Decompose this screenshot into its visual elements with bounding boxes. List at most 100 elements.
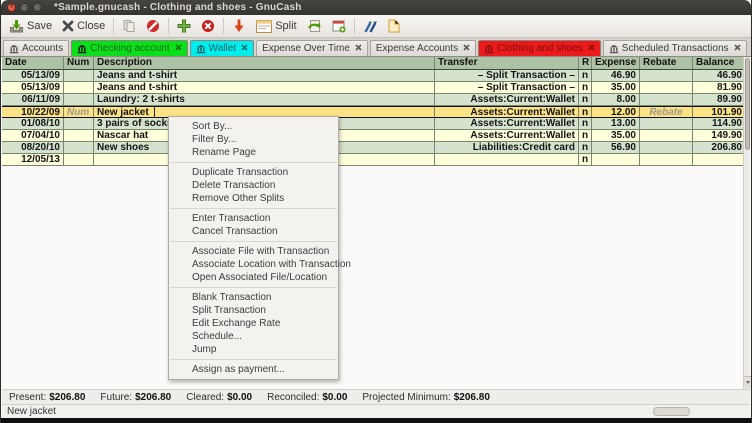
transfer-cell[interactable]: Liabilities:Credit card [435, 142, 579, 153]
rebate-cell[interactable] [640, 130, 693, 141]
tab-wallet[interactable]: Wallet [190, 40, 254, 56]
enter-button[interactable] [227, 18, 251, 34]
expense-cell[interactable] [592, 154, 640, 165]
menu-item-jump[interactable]: Jump [169, 343, 338, 356]
tab-close-icon[interactable] [175, 44, 182, 53]
expense-cell[interactable]: 12.00 [592, 107, 640, 117]
tab-expense-accounts[interactable]: Expense Accounts [370, 40, 476, 56]
expense-cell[interactable]: 35.00 [592, 82, 640, 93]
tab-scheduled-transactions[interactable]: Scheduled Transactions [603, 40, 747, 56]
rebate-cell[interactable] [640, 82, 693, 93]
tab-close-icon[interactable] [588, 44, 595, 53]
menu-item-assign-as-payment[interactable]: Assign as payment... [169, 363, 338, 376]
expense-cell[interactable]: 35.00 [592, 130, 640, 141]
menu-item-associate-location-with-transaction[interactable]: Associate Location with Transaction [169, 258, 338, 271]
column-header-transfer[interactable]: Transfer [435, 57, 579, 69]
close-window-button[interactable]: ✕ [7, 3, 16, 12]
titlebar[interactable]: ✕—▫ *Sample.gnucash - Clothing and shoes… [1, 0, 751, 15]
menu-item-delete-transaction[interactable]: Delete Transaction [169, 179, 338, 192]
menu-item-open-associated-file-location[interactable]: Open Associated File/Location [169, 271, 338, 284]
menu-item-enter-transaction[interactable]: Enter Transaction [169, 212, 338, 225]
rebate-cell[interactable] [640, 70, 693, 81]
description-cell[interactable]: Laundry: 2 t-shirts [94, 94, 435, 105]
column-header-balance[interactable]: Balance [693, 57, 746, 69]
jump-button[interactable] [358, 19, 382, 34]
num-cell[interactable] [64, 142, 94, 153]
date-cell[interactable]: 10/22/09 [2, 107, 64, 117]
expense-cell[interactable]: 56.90 [592, 142, 640, 153]
date-cell[interactable]: 01/08/10 [2, 118, 64, 129]
transaction-row[interactable]: 12/05/13 n [2, 154, 746, 166]
expense-cell[interactable]: 8.00 [592, 94, 640, 105]
expense-cell[interactable]: 13.00 [592, 118, 640, 129]
transfer-cell[interactable]: – Split Transaction – [435, 70, 579, 81]
close-button[interactable]: Close [57, 19, 110, 33]
r-cell[interactable]: n [579, 130, 592, 141]
description-cell[interactable]: Jeans and t-shirt [94, 70, 435, 81]
date-cell[interactable]: 12/05/13 [2, 154, 64, 165]
menu-item-blank-transaction[interactable]: Blank Transaction [169, 291, 338, 304]
maximize-window-button[interactable]: ▫ [33, 3, 42, 12]
tab-close-icon[interactable] [355, 44, 362, 53]
description-cell[interactable]: Jeans and t-shirt [94, 82, 435, 93]
column-header-rebate[interactable]: Rebate [640, 57, 693, 69]
num-cell[interactable] [64, 154, 94, 165]
date-cell[interactable]: 05/13/09 [2, 70, 64, 81]
expense-cell[interactable]: 46.90 [592, 70, 640, 81]
transfer-cell[interactable]: Assets:Current:Wallet [435, 94, 579, 105]
column-header-num[interactable]: Num [64, 57, 94, 69]
balance-cell[interactable]: 114.90 [693, 118, 746, 129]
balance-cell[interactable]: 46.90 [693, 70, 746, 81]
r-cell[interactable]: n [579, 142, 592, 153]
transaction-row[interactable]: 05/13/09 Jeans and t-shirt– Split Transac… [2, 70, 746, 82]
transaction-row[interactable]: 05/13/09Jeans and t-shirt– Split Transac… [2, 82, 746, 94]
r-cell[interactable]: n [579, 107, 592, 117]
menu-item-filter-by[interactable]: Filter By... [169, 133, 338, 146]
vertical-scrollbar[interactable] [743, 57, 750, 389]
tab-expense-over-time[interactable]: Expense Over Time [256, 40, 368, 56]
delete-button[interactable] [196, 18, 220, 34]
balance-cell[interactable]: 89.90 [693, 94, 746, 105]
transfer-cell[interactable]: Assets:Current:Wallet [435, 118, 579, 129]
num-cell[interactable] [64, 130, 94, 141]
num-cell[interactable]: Num [64, 107, 94, 117]
transaction-row[interactable]: 06/11/09 Laundry: 2 t-shirtsAssets:Curren… [2, 94, 746, 106]
r-cell[interactable]: n [579, 70, 592, 81]
tab-accounts[interactable]: Accounts [3, 40, 69, 56]
scrollbar-down-stepper[interactable] [744, 376, 751, 388]
column-header-date[interactable]: Date [2, 57, 64, 69]
menu-item-associate-file-with-transaction[interactable]: Associate File with Transaction [169, 245, 338, 258]
menu-item-schedule[interactable]: Schedule... [169, 330, 338, 343]
balance-cell[interactable]: 81.90 [693, 82, 746, 93]
tab-close-icon[interactable] [463, 44, 470, 53]
menu-item-sort-by[interactable]: Sort By... [169, 120, 338, 133]
balance-cell[interactable]: 101.90 [693, 107, 746, 117]
scrollbar-thumb[interactable] [745, 58, 750, 150]
rebate-cell[interactable]: Rebate [640, 107, 693, 117]
menu-item-duplicate-transaction[interactable]: Duplicate Transaction [169, 166, 338, 179]
column-header-r[interactable]: R [579, 57, 592, 69]
minimize-window-button[interactable]: — [20, 3, 29, 12]
menu-item-edit-exchange-rate[interactable]: Edit Exchange Rate [169, 317, 338, 330]
menu-item-rename-page[interactable]: Rename Page [169, 146, 338, 159]
menu-item-cancel-transaction[interactable]: Cancel Transaction [169, 225, 338, 238]
transfer-cell[interactable]: Assets:Current:Wallet [435, 107, 579, 117]
transaction-row[interactable]: 07/04/10Nascar hatAssets:Current:Walletn… [2, 130, 746, 142]
column-header-description[interactable]: Description [94, 57, 435, 69]
rebate-cell[interactable] [640, 154, 693, 165]
transaction-row[interactable]: 10/22/09NumNew jacketAssets:Current:Wall… [2, 106, 746, 118]
r-cell[interactable]: n [579, 154, 592, 165]
tab-clothing-and-shoes[interactable]: Clothing and shoes [478, 40, 601, 56]
transaction-row[interactable]: 08/20/10New shoesLiabilities:Credit card… [2, 142, 746, 154]
tab-checking-account[interactable]: Checking account [71, 40, 188, 56]
balance-cell[interactable]: 206.80 [693, 142, 746, 153]
date-cell[interactable]: 08/20/10 [2, 142, 64, 153]
balance-cell[interactable]: 149.90 [693, 130, 746, 141]
transfer-button[interactable] [302, 18, 327, 34]
num-cell[interactable] [64, 70, 94, 81]
date-cell[interactable]: 06/11/09 [2, 94, 64, 105]
transaction-row[interactable]: 01/08/103 pairs of socksAssets:Current:W… [2, 118, 746, 130]
r-cell[interactable]: n [579, 94, 592, 105]
transfer-cell[interactable]: Assets:Current:Wallet [435, 130, 579, 141]
transfer-cell[interactable] [435, 154, 579, 165]
